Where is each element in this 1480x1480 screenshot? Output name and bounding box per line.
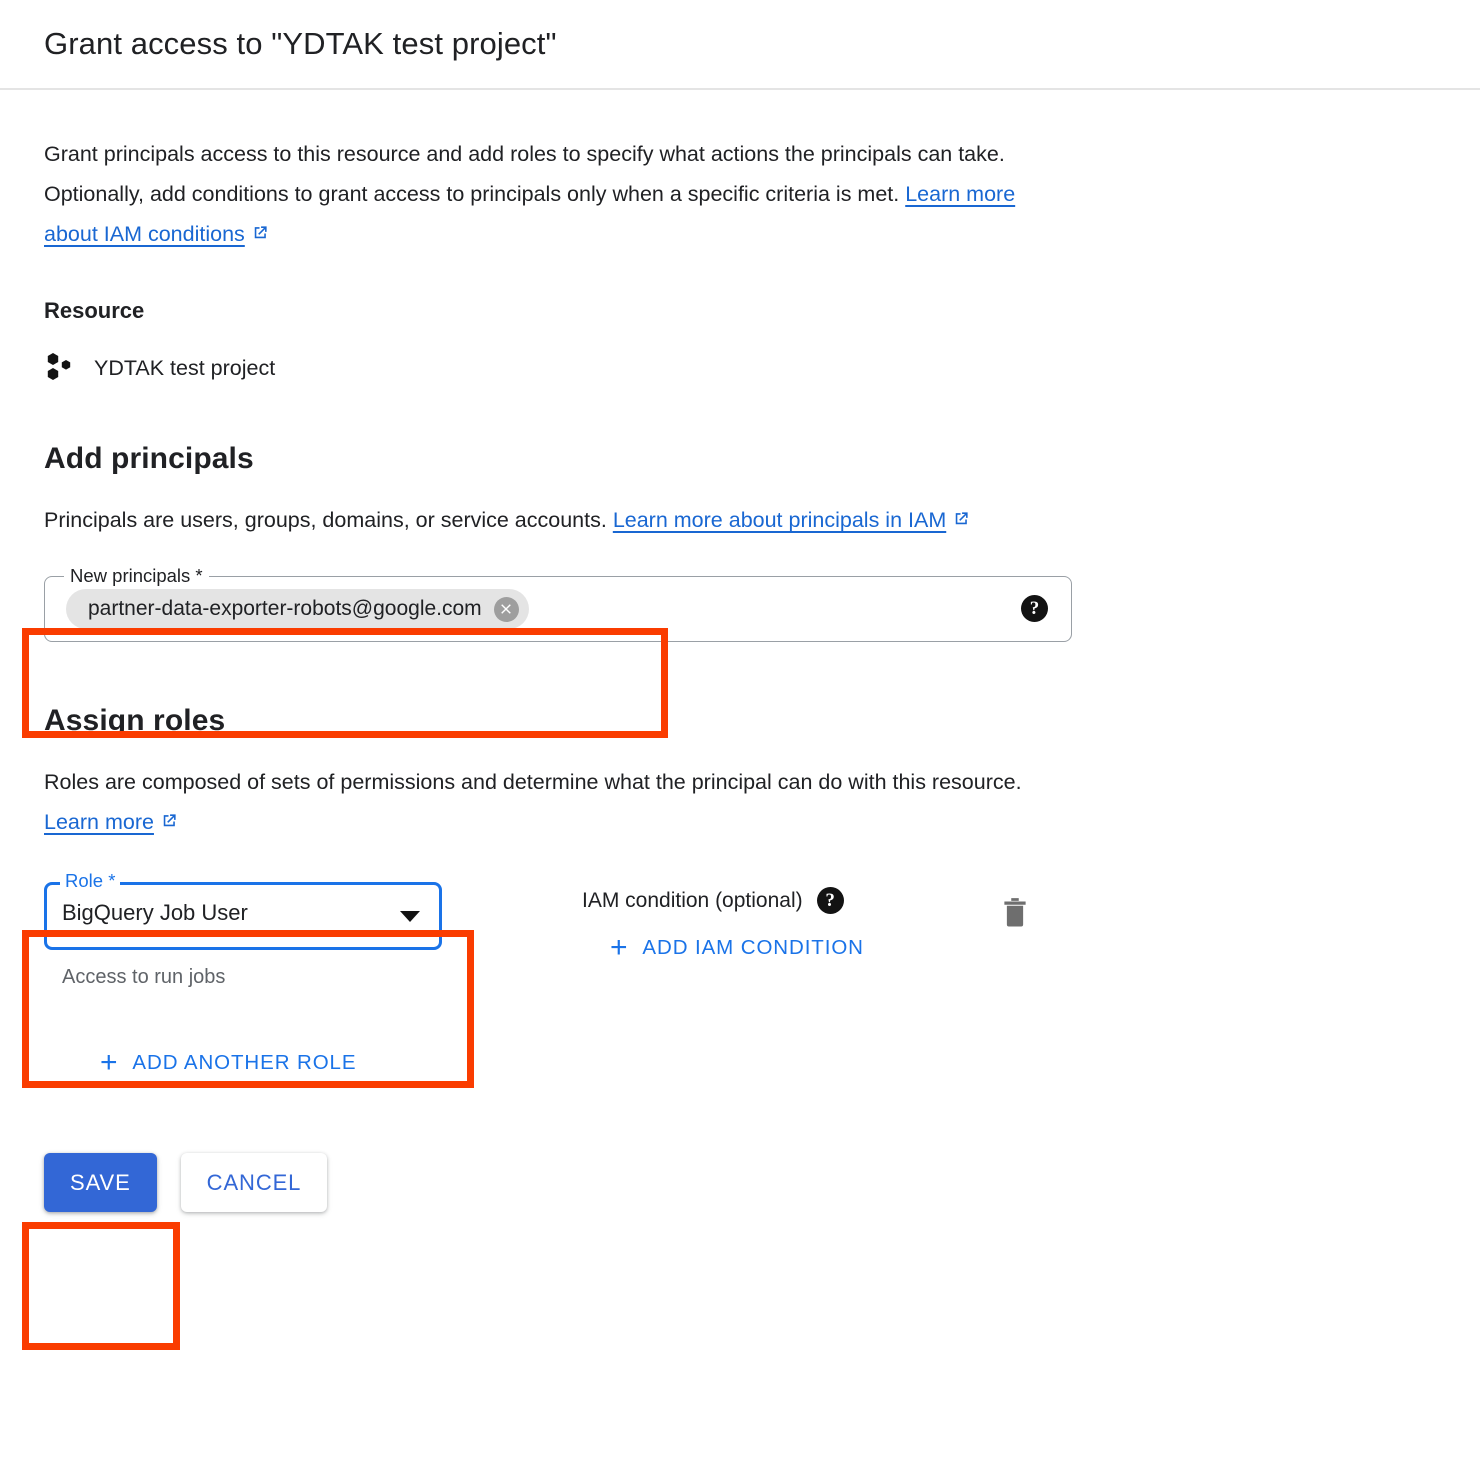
learn-more-principals-link[interactable]: Learn more about principals in IAM xyxy=(613,508,946,532)
assign-roles-section: Assign roles Roles are composed of sets … xyxy=(44,704,1436,1079)
role-column: Role * BigQuery Job User Access to run j… xyxy=(44,868,474,989)
iam-condition-label-row: IAM condition (optional) ? xyxy=(582,887,864,914)
external-link-icon xyxy=(951,502,970,542)
delete-role-column xyxy=(1000,882,1030,934)
role-select-label: Role * xyxy=(60,868,121,894)
add-iam-condition-button[interactable]: + ADD IAM CONDITION xyxy=(610,931,864,964)
assign-roles-desc-text: Roles are composed of sets of permission… xyxy=(44,770,1022,794)
add-principals-desc-text: Principals are users, groups, domains, o… xyxy=(44,508,613,532)
iam-condition-label: IAM condition (optional) xyxy=(582,888,803,912)
trash-icon[interactable] xyxy=(1000,898,1030,933)
add-another-role-label: ADD ANOTHER ROLE xyxy=(132,1051,357,1074)
chevron-down-icon[interactable] xyxy=(400,911,420,922)
role-select-value: BigQuery Job User xyxy=(62,900,248,925)
add-principals-section: Add principals Principals are users, gro… xyxy=(44,442,1436,642)
role-select-hint: Access to run jobs xyxy=(62,966,226,988)
learn-more-roles-label: Learn more xyxy=(44,810,154,834)
add-iam-condition-label: ADD IAM CONDITION xyxy=(642,936,864,959)
dialog-actions: SAVE CANCEL xyxy=(44,1153,1436,1212)
principal-chip[interactable]: partner-data-exporter-robots@google.com xyxy=(66,589,529,629)
external-link-icon xyxy=(250,216,269,256)
page-title: Grant access to "YDTAK test project" xyxy=(44,26,557,62)
learn-more-roles-link[interactable]: Learn more xyxy=(44,810,154,834)
save-button[interactable]: SAVE xyxy=(44,1153,157,1212)
role-select[interactable]: Role * BigQuery Job User xyxy=(44,868,442,950)
new-principals-help-wrapper[interactable]: ? xyxy=(1021,595,1048,622)
learn-more-principals-label: Learn more about principals in IAM xyxy=(612,508,947,532)
resource-row: YDTAK test project xyxy=(44,351,1436,386)
new-principals-field[interactable]: New principals * partner-data-exporter-r… xyxy=(44,563,1072,642)
dialog-header: Grant access to "YDTAK test project" xyxy=(0,0,1480,90)
new-principals-label: New principals * xyxy=(64,563,209,589)
gcp-project-icon xyxy=(44,351,74,386)
plus-icon: + xyxy=(100,1046,119,1079)
annotation-box-save-button xyxy=(22,1222,180,1350)
resource-name: YDTAK test project xyxy=(94,356,276,380)
iam-condition-column: IAM condition (optional) ? + ADD IAM CON… xyxy=(582,882,864,964)
cancel-button[interactable]: CANCEL xyxy=(180,1153,328,1212)
close-circle-icon[interactable] xyxy=(493,596,519,622)
plus-icon: + xyxy=(610,931,629,964)
principal-chip-label: partner-data-exporter-robots@google.com xyxy=(88,597,482,620)
add-principals-description: Principals are users, groups, domains, o… xyxy=(44,500,1079,542)
add-principals-heading: Add principals xyxy=(44,442,254,475)
help-icon-glyph: ? xyxy=(1029,597,1040,619)
intro-text: Grant principals access to this resource… xyxy=(44,142,1005,206)
external-link-icon xyxy=(159,804,178,844)
assign-roles-heading: Assign roles xyxy=(44,704,226,737)
add-another-role-button[interactable]: + ADD ANOTHER ROLE xyxy=(100,1046,357,1079)
role-assignment-row: Role * BigQuery Job User Access to run j… xyxy=(44,868,1436,989)
intro-paragraph: Grant principals access to this resource… xyxy=(44,134,1074,256)
help-icon[interactable]: ? xyxy=(816,887,844,914)
help-icon-glyph: ? xyxy=(825,889,835,911)
help-icon[interactable]: ? xyxy=(1021,595,1048,622)
assign-roles-description: Roles are composed of sets of permission… xyxy=(44,762,1079,844)
resource-heading: Resource xyxy=(44,298,145,323)
resource-section: Resource YDTAK test project xyxy=(44,298,1436,386)
dialog-body: Grant principals access to this resource… xyxy=(0,134,1480,1212)
